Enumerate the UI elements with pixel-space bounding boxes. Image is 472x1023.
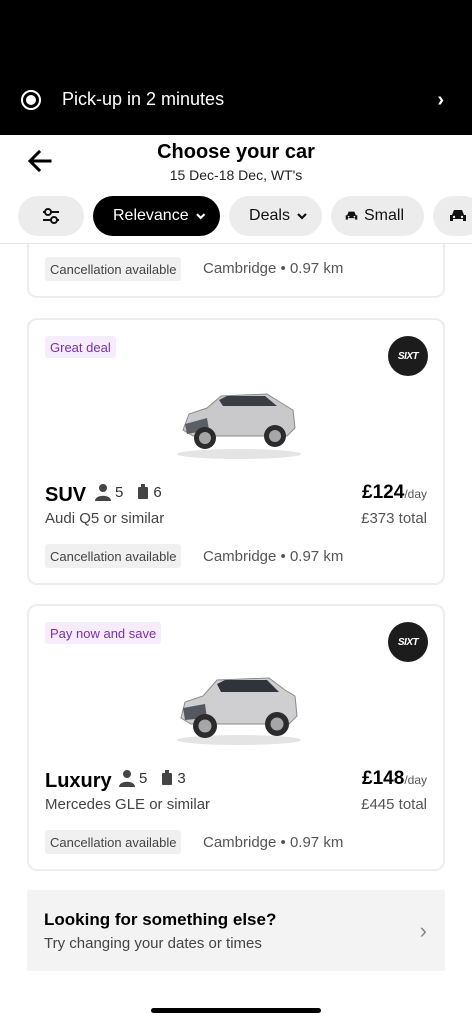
car-card-luxury[interactable]: Pay now and save SIXT Luxury 5 3 Mercede… bbox=[27, 604, 445, 871]
location-text: Cambridge • 0.97 km bbox=[203, 834, 344, 851]
price-amount: £148 bbox=[362, 768, 405, 789]
pickup-row[interactable]: Pick-up in 2 minutes › bbox=[0, 80, 472, 120]
chevron-right-icon: › bbox=[419, 918, 427, 943]
something-else-title: Looking for something else? bbox=[44, 910, 277, 929]
sort-relevance-chip[interactable]: Relevance bbox=[93, 196, 220, 236]
car-model: Mercedes GLE or similar bbox=[45, 796, 211, 813]
radio-target-icon bbox=[21, 90, 41, 110]
seats-count: 5 bbox=[115, 483, 124, 501]
car-specs: 5 3 bbox=[119, 769, 186, 787]
deal-badge: Pay now and save bbox=[45, 622, 162, 644]
luggage-icon bbox=[138, 484, 149, 499]
something-else-banner[interactable]: Looking for something else? Try changing… bbox=[27, 890, 445, 971]
price-amount: £124 bbox=[362, 482, 405, 503]
small-car-chip[interactable]: Small bbox=[331, 196, 424, 236]
deals-chip[interactable]: Deals bbox=[229, 196, 322, 236]
something-else-subtitle: Try changing your dates or times bbox=[44, 935, 262, 952]
location-text: Cambridge • 0.97 km bbox=[203, 260, 344, 277]
price-unit: /day bbox=[404, 773, 427, 787]
deal-badge: Great deal bbox=[45, 336, 116, 358]
total-price: £445 total bbox=[361, 796, 427, 813]
car-card-suv[interactable]: Great deal SIXT SUV 5 6 Audi Q5 or simil… bbox=[27, 318, 445, 585]
sliders-icon bbox=[43, 208, 59, 224]
car-type-chip[interactable] bbox=[433, 196, 472, 236]
cancellation-badge: Cancellation available bbox=[45, 544, 182, 568]
chevron-right-icon[interactable]: › bbox=[437, 89, 444, 112]
daily-price: £148/day bbox=[362, 768, 427, 790]
page-title: Choose your car bbox=[157, 141, 315, 163]
car-image bbox=[177, 677, 301, 745]
chevron-down-icon bbox=[297, 213, 307, 220]
location-text: Cambridge • 0.97 km bbox=[203, 548, 344, 565]
seats-count: 5 bbox=[139, 769, 148, 787]
provider-logo: SIXT bbox=[388, 622, 428, 662]
car-specs: 5 6 bbox=[95, 483, 162, 501]
pickup-banner: Pick-up in 2 minutes › bbox=[0, 0, 472, 135]
pickup-text: Pick-up in 2 minutes bbox=[62, 89, 225, 109]
provider-logo: SIXT bbox=[388, 336, 428, 376]
car-image bbox=[177, 393, 301, 459]
bags-count: 3 bbox=[177, 769, 186, 787]
filter-settings-button[interactable] bbox=[18, 196, 84, 236]
cancellation-badge: Cancellation available bbox=[45, 257, 182, 281]
bags-count: 6 bbox=[153, 483, 162, 501]
car-class: SUV bbox=[45, 484, 87, 506]
deals-label: Deals bbox=[249, 207, 290, 224]
home-indicator bbox=[151, 1008, 321, 1013]
car-icon bbox=[450, 210, 466, 221]
car-class: Luxury bbox=[45, 770, 112, 792]
car-icon bbox=[345, 211, 358, 220]
person-icon bbox=[95, 484, 111, 501]
sort-label: Relevance bbox=[113, 207, 189, 224]
daily-price: £124/day bbox=[362, 482, 427, 504]
small-label: Small bbox=[363, 207, 404, 224]
date-range: 15 Dec-18 Dec, WT's bbox=[169, 167, 303, 183]
car-model: Audi Q5 or similar bbox=[45, 510, 165, 527]
filter-chips: Relevance Deals Small bbox=[18, 196, 472, 236]
person-icon bbox=[119, 770, 135, 787]
header-overlay: Choose your car 15 Dec-18 Dec, WT's Rele… bbox=[0, 135, 472, 243]
cancellation-badge: Cancellation available bbox=[45, 830, 182, 854]
chevron-down-icon bbox=[195, 213, 205, 220]
price-unit: /day bbox=[404, 487, 427, 501]
header-divider bbox=[0, 243, 472, 244]
luggage-icon bbox=[162, 770, 173, 785]
total-price: £373 total bbox=[361, 510, 427, 527]
